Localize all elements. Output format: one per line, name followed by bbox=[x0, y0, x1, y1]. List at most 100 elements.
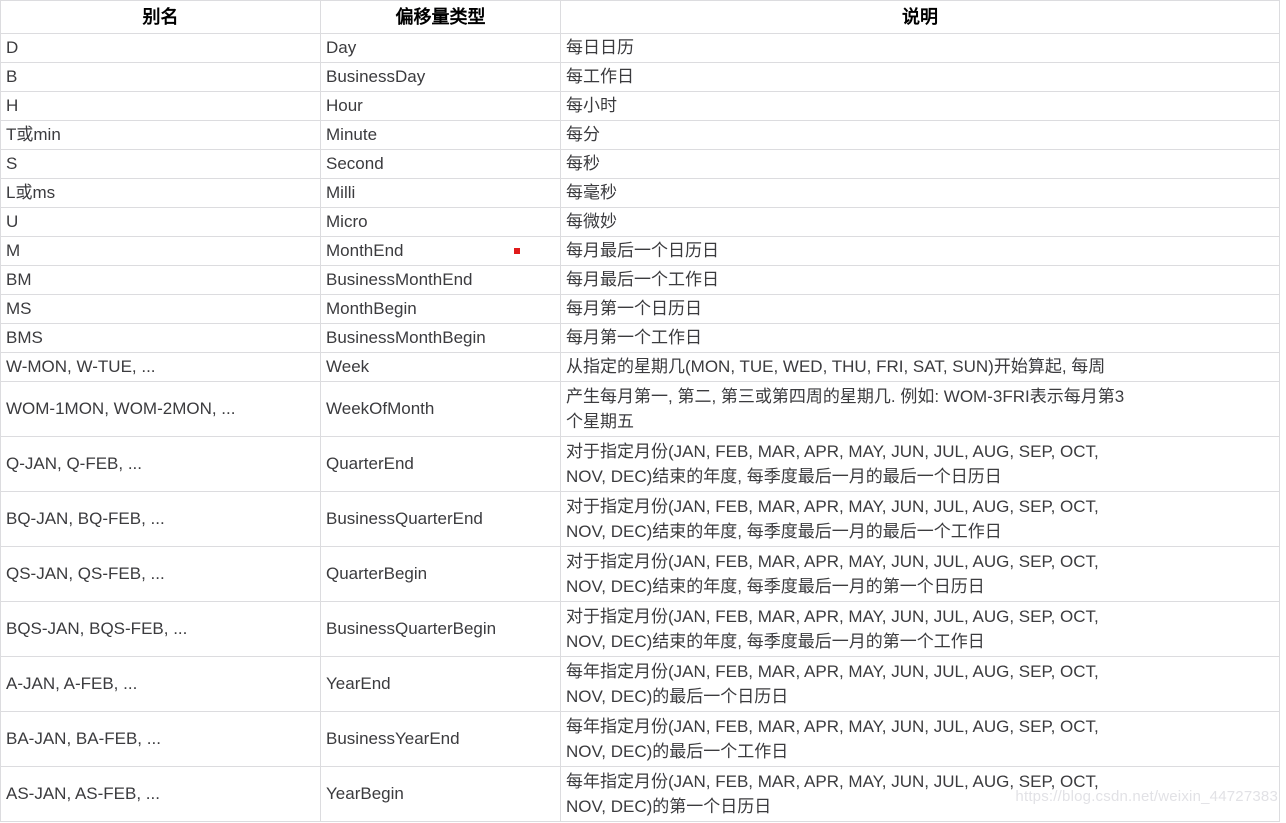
cell-description: 每年指定月份(JAN, FEB, MAR, APR, MAY, JUN, JUL… bbox=[560, 656, 1280, 712]
description-line: NOV, DEC)结束的年度, 每季度最后一月的最后一个工作日 bbox=[566, 521, 1002, 541]
description-line: 每月第一个工作日 bbox=[566, 328, 702, 347]
table-header: 别名 偏移量类型 说明 bbox=[0, 0, 1280, 34]
description-line: 个星期五 bbox=[566, 411, 634, 431]
offset-type-label: QuarterBegin bbox=[326, 564, 428, 583]
table-row: BM BusinessMonthEnd 每月最后一个工作日 bbox=[0, 265, 1280, 295]
table-row: BA-JAN, BA-FEB, ... BusinessYearEnd 每年指定月份… bbox=[0, 711, 1280, 767]
cell-offset-type: QuarterEnd bbox=[320, 436, 561, 492]
cell-alias: MS bbox=[0, 294, 321, 324]
column-header-description: 说明 bbox=[560, 0, 1280, 34]
description-line: 每秒 bbox=[566, 154, 600, 173]
cell-alias: WOM-1MON, WOM-2MON, ... bbox=[0, 381, 321, 437]
cell-offset-type: MonthEnd bbox=[320, 236, 561, 266]
table-row: T或min Minute 每分 bbox=[0, 120, 1280, 150]
cell-description: 每日日历 bbox=[560, 33, 1280, 63]
red-dot-marker-icon bbox=[513, 247, 520, 254]
table-row: M MonthEnd 每月最后一个日历日 bbox=[0, 236, 1280, 266]
offset-type-label: BusinessDay bbox=[326, 67, 426, 86]
cell-description: 对于指定月份(JAN, FEB, MAR, APR, MAY, JUN, JUL… bbox=[560, 436, 1280, 492]
description-line: 对于指定月份(JAN, FEB, MAR, APR, MAY, JUN, JUL… bbox=[566, 496, 1099, 516]
cell-alias: U bbox=[0, 207, 321, 237]
cell-alias: W-MON, W-TUE, ... bbox=[0, 352, 321, 382]
table-row: U Micro 每微妙 bbox=[0, 207, 1280, 237]
table-body: D Day 每日日历 B BusinessDay 每工作日 H Hour 每小时 T或min Min… bbox=[0, 33, 1280, 822]
cell-description: 每月最后一个日历日 bbox=[560, 236, 1280, 266]
description-line: 每小时 bbox=[566, 96, 617, 115]
cell-alias: L或ms bbox=[0, 178, 321, 208]
cell-description: 每小时 bbox=[560, 91, 1280, 121]
offset-type-label: Hour bbox=[326, 96, 363, 115]
cell-offset-type: QuarterBegin bbox=[320, 546, 561, 602]
description-line: NOV, DEC)的最后一个日历日 bbox=[566, 686, 789, 706]
cell-alias: H bbox=[0, 91, 321, 121]
cell-description: 每月第一个工作日 bbox=[560, 323, 1280, 353]
column-header-alias: 别名 bbox=[0, 0, 321, 34]
cell-alias: BA-JAN, BA-FEB, ... bbox=[0, 711, 321, 767]
page-root: 别名 偏移量类型 说明 D Day 每日日历 B BusinessDay 每工作日 H Hou… bbox=[0, 0, 1286, 823]
offset-type-label: QuarterEnd bbox=[326, 454, 414, 473]
offset-type-label: YearBegin bbox=[326, 784, 404, 803]
cell-alias: BQS-JAN, BQS-FEB, ... bbox=[0, 601, 321, 657]
table-header-row: 别名 偏移量类型 说明 bbox=[0, 0, 1280, 34]
offset-type-label: YearEnd bbox=[326, 674, 391, 693]
cell-offset-type: BusinessMonthEnd bbox=[320, 265, 561, 295]
description-line: 每分 bbox=[566, 125, 600, 144]
description-line: 每年指定月份(JAN, FEB, MAR, APR, MAY, JUN, JUL… bbox=[566, 716, 1099, 736]
cell-offset-type: BusinessQuarterEnd bbox=[320, 491, 561, 547]
cell-offset-type: Micro bbox=[320, 207, 561, 237]
cell-alias: AS-JAN, AS-FEB, ... bbox=[0, 766, 321, 822]
offset-type-label: BusinessMonthEnd bbox=[326, 270, 473, 289]
description-line: 每月最后一个工作日 bbox=[566, 270, 719, 289]
description-line: 对于指定月份(JAN, FEB, MAR, APR, MAY, JUN, JUL… bbox=[566, 441, 1099, 461]
offset-type-label: Day bbox=[326, 38, 357, 57]
cell-alias: Q-JAN, Q-FEB, ... bbox=[0, 436, 321, 492]
table-row: MS MonthBegin 每月第一个日历日 bbox=[0, 294, 1280, 324]
offset-type-label: WeekOfMonth bbox=[326, 399, 435, 418]
cell-offset-type: Hour bbox=[320, 91, 561, 121]
cell-offset-type: YearEnd bbox=[320, 656, 561, 712]
cell-alias: D bbox=[0, 33, 321, 63]
cell-alias: BM bbox=[0, 265, 321, 295]
cell-description: 每工作日 bbox=[560, 62, 1280, 92]
description-line: 每毫秒 bbox=[566, 183, 617, 202]
cell-alias: S bbox=[0, 149, 321, 179]
description-line: 每年指定月份(JAN, FEB, MAR, APR, MAY, JUN, JUL… bbox=[566, 661, 1099, 681]
cell-description: 从指定的星期几(MON, TUE, WED, THU, FRI, SAT, SU… bbox=[560, 352, 1280, 382]
offset-type-label: Second bbox=[326, 154, 384, 173]
table-row: WOM-1MON, WOM-2MON, ... WeekOfMonth 产生每月第一… bbox=[0, 381, 1280, 437]
cell-alias: A-JAN, A-FEB, ... bbox=[0, 656, 321, 712]
cell-description: 每月第一个日历日 bbox=[560, 294, 1280, 324]
description-line: 每工作日 bbox=[566, 67, 634, 86]
description-line: 每月第一个日历日 bbox=[566, 299, 702, 318]
frequency-alias-table: 别名 偏移量类型 说明 D Day 每日日历 B BusinessDay 每工作日 H Hou… bbox=[0, 0, 1280, 822]
cell-offset-type: WeekOfMonth bbox=[320, 381, 561, 437]
description-line: 产生每月第一, 第二, 第三或第四周的星期几. 例如: WOM-3FRI表示每月… bbox=[566, 386, 1125, 406]
description-line: NOV, DEC)结束的年度, 每季度最后一月的第一个工作日 bbox=[566, 631, 985, 651]
description-line: 对于指定月份(JAN, FEB, MAR, APR, MAY, JUN, JUL… bbox=[566, 606, 1099, 626]
cell-description: 每月最后一个工作日 bbox=[560, 265, 1280, 295]
cell-description: 每分 bbox=[560, 120, 1280, 150]
offset-type-label: Minute bbox=[326, 125, 378, 144]
table-row: W-MON, W-TUE, ... Week 从指定的星期几(MON, TUE, W… bbox=[0, 352, 1280, 382]
cell-offset-type: Minute bbox=[320, 120, 561, 150]
cell-offset-type: Day bbox=[320, 33, 561, 63]
cell-offset-type: YearBegin bbox=[320, 766, 561, 822]
offset-type-label: Milli bbox=[326, 183, 356, 202]
table-row: A-JAN, A-FEB, ... YearEnd 每年指定月份(JAN, FEB,… bbox=[0, 656, 1280, 712]
cell-description: 对于指定月份(JAN, FEB, MAR, APR, MAY, JUN, JUL… bbox=[560, 546, 1280, 602]
description-line: NOV, DEC)的第一个日历日 bbox=[566, 796, 772, 816]
cell-description: 对于指定月份(JAN, FEB, MAR, APR, MAY, JUN, JUL… bbox=[560, 491, 1280, 547]
cell-offset-type: BusinessMonthBegin bbox=[320, 323, 561, 353]
table-row: BQ-JAN, BQ-FEB, ... BusinessQuarterEnd 对于指… bbox=[0, 491, 1280, 547]
table-row: QS-JAN, QS-FEB, ... QuarterBegin 对于指定月份(JA… bbox=[0, 546, 1280, 602]
table-row: S Second 每秒 bbox=[0, 149, 1280, 179]
description-line: NOV, DEC)结束的年度, 每季度最后一月的第一个日历日 bbox=[566, 576, 985, 596]
table-row: AS-JAN, AS-FEB, ... YearBegin 每年指定月份(JAN, … bbox=[0, 766, 1280, 822]
offset-type-label: BusinessYearEnd bbox=[326, 729, 460, 748]
cell-offset-type: BusinessQuarterBegin bbox=[320, 601, 561, 657]
offset-type-label: Micro bbox=[326, 212, 368, 231]
table-row: Q-JAN, Q-FEB, ... QuarterEnd 对于指定月份(JAN, F… bbox=[0, 436, 1280, 492]
cell-offset-type: BusinessYearEnd bbox=[320, 711, 561, 767]
cell-alias: M bbox=[0, 236, 321, 266]
description-line: 每年指定月份(JAN, FEB, MAR, APR, MAY, JUN, JUL… bbox=[566, 771, 1099, 791]
